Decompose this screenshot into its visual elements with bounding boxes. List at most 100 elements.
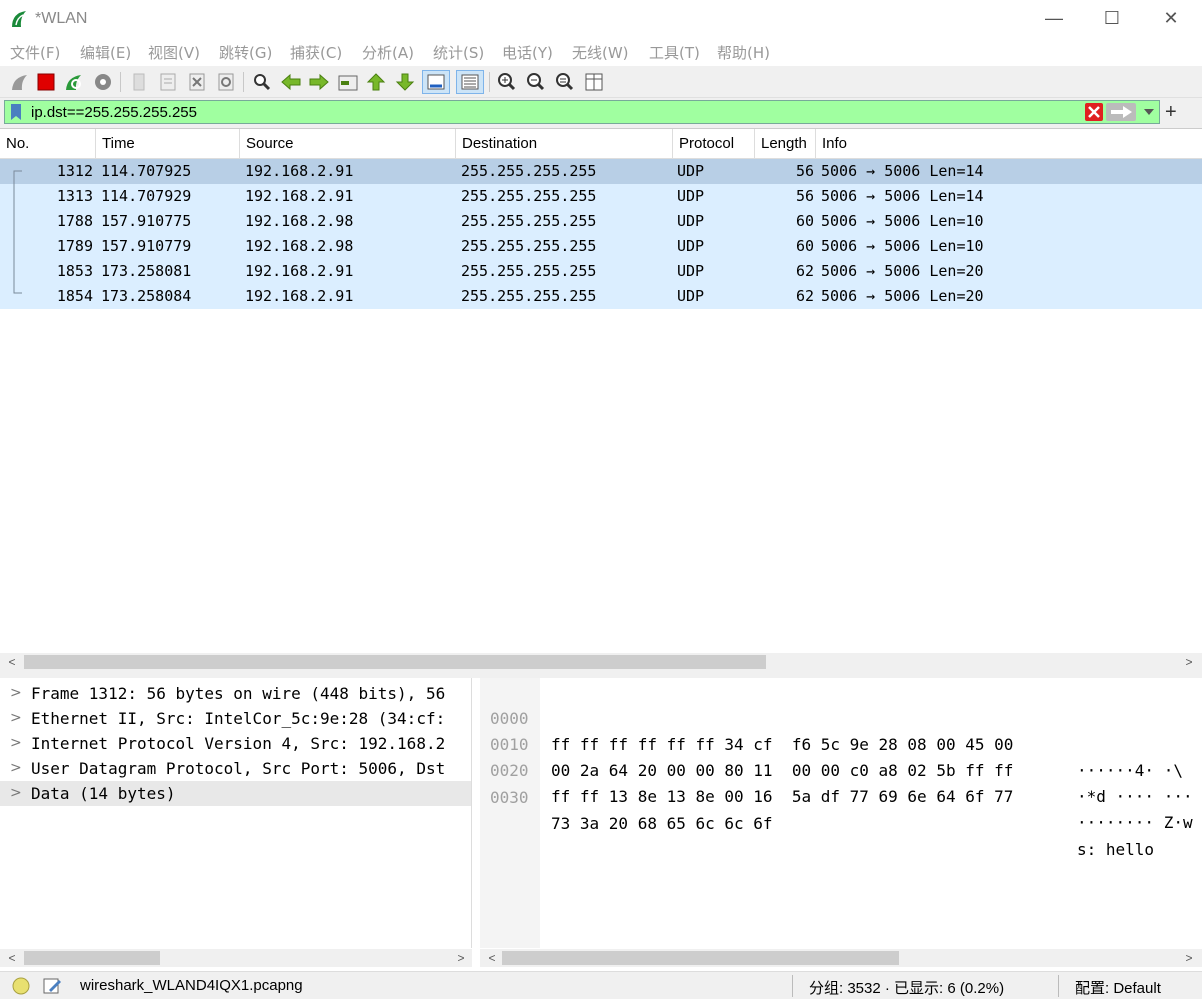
tree-item-ethernet[interactable]: > Ethernet II, Src: IntelCor_5c:9e:28 (3…: [0, 706, 471, 731]
find-packet-icon[interactable]: [250, 70, 274, 94]
apply-filter-icon[interactable]: [1106, 103, 1136, 121]
cell-time: 173.258084: [101, 287, 192, 305]
last-packet-icon[interactable]: [393, 70, 417, 94]
bytes-row[interactable]: 0010 00 2a 64 20 00 00 80 11 00 00 c0 a8…: [480, 706, 1202, 806]
cell-protocol: UDP: [677, 212, 705, 230]
menu-help[interactable]: 帮助(H): [717, 42, 770, 63]
stop-capture-icon[interactable]: [34, 70, 58, 94]
close-file-icon[interactable]: [185, 70, 209, 94]
table-row[interactable]: 1312 114.707925 192.168.2.91 255.255.255…: [0, 159, 1202, 184]
expand-arrow-icon[interactable]: >: [10, 706, 22, 731]
scroll-right-icon[interactable]: >: [452, 949, 470, 967]
tree-item-ipv4[interactable]: > Internet Protocol Version 4, Src: 192.…: [0, 731, 471, 756]
details-scrollbar[interactable]: < >: [0, 949, 472, 967]
normal-size-icon[interactable]: [553, 70, 577, 94]
scroll-thumb[interactable]: [502, 951, 899, 965]
clear-filter-icon[interactable]: [1085, 103, 1103, 121]
column-length[interactable]: Length: [755, 129, 816, 159]
capture-file-name: wireshark_WLAND4IQX1.pcapng: [80, 977, 303, 994]
scroll-right-icon[interactable]: >: [1180, 949, 1198, 967]
bytes-row[interactable]: 0030 73 3a 20 68 65 6c 6c 6f s: hello: [480, 759, 1202, 859]
capture-comment-icon[interactable]: [42, 976, 62, 996]
resize-columns-icon[interactable]: [582, 70, 606, 94]
minimize-button[interactable]: —: [1032, 4, 1076, 32]
byte-hex[interactable]: 73 3a 20 68 65 6c 6c 6f: [551, 811, 773, 837]
menu-file[interactable]: 文件(F): [10, 42, 60, 63]
tree-item-udp[interactable]: > User Datagram Protocol, Src Port: 5006…: [0, 756, 471, 781]
add-filter-button[interactable]: +: [1165, 101, 1177, 124]
shark-fin-start-icon[interactable]: [8, 70, 32, 94]
byte-ascii[interactable]: s: hello: [1077, 837, 1154, 863]
filter-text[interactable]: ip.dst==255.255.255.255: [31, 104, 197, 121]
zoom-in-icon[interactable]: [495, 70, 519, 94]
profile-label[interactable]: 配置: Default: [1075, 977, 1161, 998]
go-back-icon[interactable]: [279, 70, 303, 94]
column-no[interactable]: No.: [0, 129, 96, 159]
filter-dropdown-icon[interactable]: [1143, 108, 1155, 116]
bytes-row[interactable]: 0020 ff ff 13 8e 13 8e 00 16 5a df 77 69…: [480, 732, 1202, 832]
open-file-icon[interactable]: [127, 70, 151, 94]
capture-options-icon[interactable]: [91, 70, 115, 94]
expand-arrow-icon[interactable]: >: [10, 781, 22, 806]
menu-edit[interactable]: 编辑(E): [80, 42, 131, 63]
zoom-out-icon[interactable]: [524, 70, 548, 94]
table-row[interactable]: 1788 157.910775 192.168.2.98 255.255.255…: [0, 209, 1202, 234]
restart-capture-icon[interactable]: [62, 70, 86, 94]
column-time[interactable]: Time: [96, 129, 240, 159]
cell-length: 56: [795, 162, 814, 180]
menu-telephony[interactable]: 电话(Y): [502, 42, 553, 63]
expert-info-icon[interactable]: [12, 977, 30, 995]
byte-hex[interactable]: ff ff 13 8e 13 8e 00 16 5a df 77 69 6e 6…: [551, 784, 1013, 810]
menu-wireless[interactable]: 无线(W): [572, 42, 629, 63]
auto-scroll-icon[interactable]: [422, 70, 450, 94]
bookmark-icon[interactable]: [9, 103, 23, 121]
bytes-scrollbar[interactable]: < >: [480, 949, 1202, 967]
scroll-thumb[interactable]: [24, 951, 160, 965]
scroll-right-icon[interactable]: >: [1180, 653, 1198, 671]
scroll-thumb[interactable]: [24, 655, 766, 669]
reload-file-icon[interactable]: [214, 70, 238, 94]
byte-ascii[interactable]: ········ Z·w: [1077, 810, 1193, 836]
menu-analyze[interactable]: 分析(A): [362, 42, 414, 63]
column-destination[interactable]: Destination: [456, 129, 673, 159]
cell-info: 5006 → 5006 Len=10: [821, 212, 984, 230]
menu-tools[interactable]: 工具(T): [649, 42, 700, 63]
expand-arrow-icon[interactable]: >: [10, 731, 22, 756]
scroll-left-icon[interactable]: <: [3, 653, 21, 671]
menu-go[interactable]: 跳转(G): [219, 42, 272, 63]
packet-count: 分组: 3532 · 已显示: 6 (0.2%): [809, 980, 1005, 997]
column-source[interactable]: Source: [240, 129, 456, 159]
scroll-left-icon[interactable]: <: [3, 949, 21, 967]
menu-statistics[interactable]: 统计(S): [433, 42, 484, 63]
packet-list-scrollbar[interactable]: < >: [0, 653, 1202, 671]
column-info[interactable]: Info: [816, 129, 1202, 159]
menu-view[interactable]: 视图(V): [148, 42, 200, 63]
cell-destination: 255.255.255.255: [461, 262, 597, 280]
go-forward-icon[interactable]: [307, 70, 331, 94]
save-file-icon[interactable]: [156, 70, 180, 94]
table-row[interactable]: 1853 173.258081 192.168.2.91 255.255.255…: [0, 259, 1202, 284]
expand-arrow-icon[interactable]: >: [10, 756, 22, 781]
cell-info: 5006 → 5006 Len=20: [821, 262, 984, 280]
menu-capture[interactable]: 捕获(C): [290, 42, 342, 63]
scroll-left-icon[interactable]: <: [483, 949, 501, 967]
go-to-packet-icon[interactable]: [336, 70, 360, 94]
first-packet-icon[interactable]: [364, 70, 388, 94]
close-button[interactable]: ✕: [1149, 4, 1193, 32]
expand-arrow-icon[interactable]: >: [10, 681, 22, 706]
table-row[interactable]: 1313 114.707929 192.168.2.91 255.255.255…: [0, 184, 1202, 209]
cell-protocol: UDP: [677, 237, 705, 255]
colorize-icon[interactable]: [456, 70, 484, 94]
column-protocol[interactable]: Protocol: [673, 129, 755, 159]
table-row[interactable]: 1789 157.910779 192.168.2.98 255.255.255…: [0, 234, 1202, 259]
tree-item-frame[interactable]: > Frame 1312: 56 bytes on wire (448 bits…: [0, 681, 471, 706]
table-row[interactable]: 1854 173.258084 192.168.2.91 255.255.255…: [0, 284, 1202, 309]
bytes-row[interactable]: 0000 ff ff ff ff ff ff 34 cf f6 5c 9e 28…: [480, 680, 1202, 780]
display-filter-input[interactable]: ip.dst==255.255.255.255: [4, 100, 1160, 124]
byte-ascii[interactable]: ·*d ···· ···: [1077, 784, 1193, 810]
cell-protocol: UDP: [677, 262, 705, 280]
tree-item-data[interactable]: > Data (14 bytes): [0, 781, 471, 806]
tree-item-label: User Datagram Protocol, Src Port: 5006, …: [31, 759, 446, 778]
pane-splitter[interactable]: [0, 670, 1202, 678]
maximize-button[interactable]: ☐: [1090, 4, 1134, 32]
